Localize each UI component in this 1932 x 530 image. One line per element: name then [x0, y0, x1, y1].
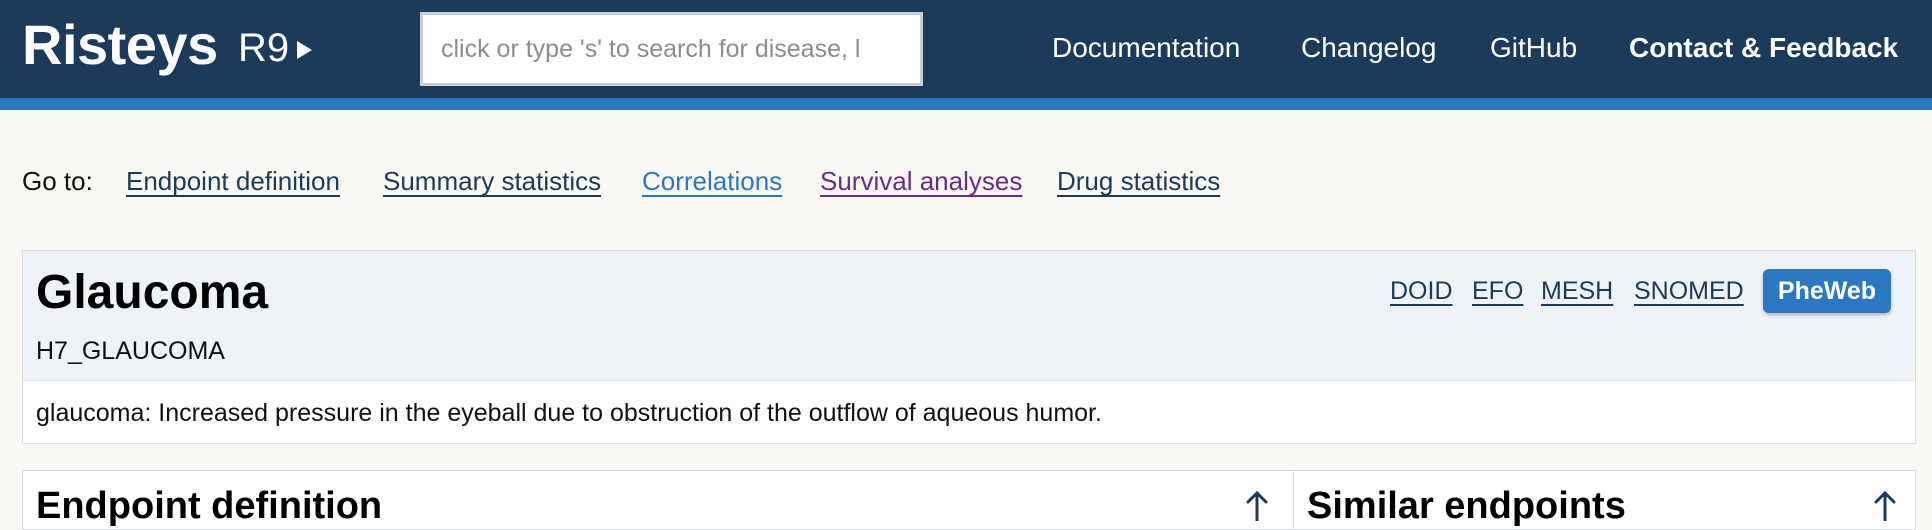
link-mesh[interactable]: MESH: [1541, 277, 1613, 306]
endpoint-code: H7_GLAUCOMA: [36, 337, 225, 365]
header-accent-stripe: [0, 98, 1932, 110]
endpoint-card: Glaucoma H7_GLAUCOMA DOID EFO MESH SNOME…: [22, 250, 1916, 444]
site-logo[interactable]: Risteys: [22, 12, 218, 77]
nav-documentation[interactable]: Documentation: [1052, 32, 1240, 64]
release-label: R9: [238, 26, 290, 70]
search-input[interactable]: [420, 12, 923, 86]
goto-drug-statistics[interactable]: Drug statistics: [1057, 166, 1220, 197]
release-selector[interactable]: R9: [238, 26, 313, 71]
similar-endpoints-panel: Similar endpoints: [1293, 470, 1916, 530]
nav-github[interactable]: GitHub: [1490, 32, 1577, 64]
arrow-up-icon[interactable]: [1872, 491, 1898, 521]
link-efo[interactable]: EFO: [1472, 277, 1523, 306]
endpoint-card-header: [23, 251, 1915, 381]
triangle-right-icon: [297, 40, 313, 59]
goto-endpoint-definition[interactable]: Endpoint definition: [126, 166, 340, 197]
nav-contact-feedback[interactable]: Contact & Feedback: [1629, 32, 1898, 64]
endpoint-definition-heading: Endpoint definition: [36, 485, 383, 527]
endpoint-definition-panel: Endpoint definition: [22, 470, 1298, 530]
page-title: Glaucoma: [36, 266, 269, 319]
link-doid[interactable]: DOID: [1390, 277, 1453, 306]
link-snomed[interactable]: SNOMED: [1634, 277, 1744, 306]
goto-survival-analyses[interactable]: Survival analyses: [820, 166, 1022, 197]
pheweb-button[interactable]: PheWeb: [1763, 269, 1891, 313]
goto-correlations[interactable]: Correlations: [642, 166, 782, 197]
goto-summary-statistics[interactable]: Summary statistics: [383, 166, 601, 197]
similar-endpoints-heading: Similar endpoints: [1307, 485, 1626, 527]
endpoint-description: glaucoma: Increased pressure in the eyeb…: [36, 399, 1102, 427]
goto-label: Go to:: [22, 166, 93, 196]
nav-changelog[interactable]: Changelog: [1301, 32, 1436, 64]
arrow-up-icon[interactable]: [1244, 491, 1270, 521]
